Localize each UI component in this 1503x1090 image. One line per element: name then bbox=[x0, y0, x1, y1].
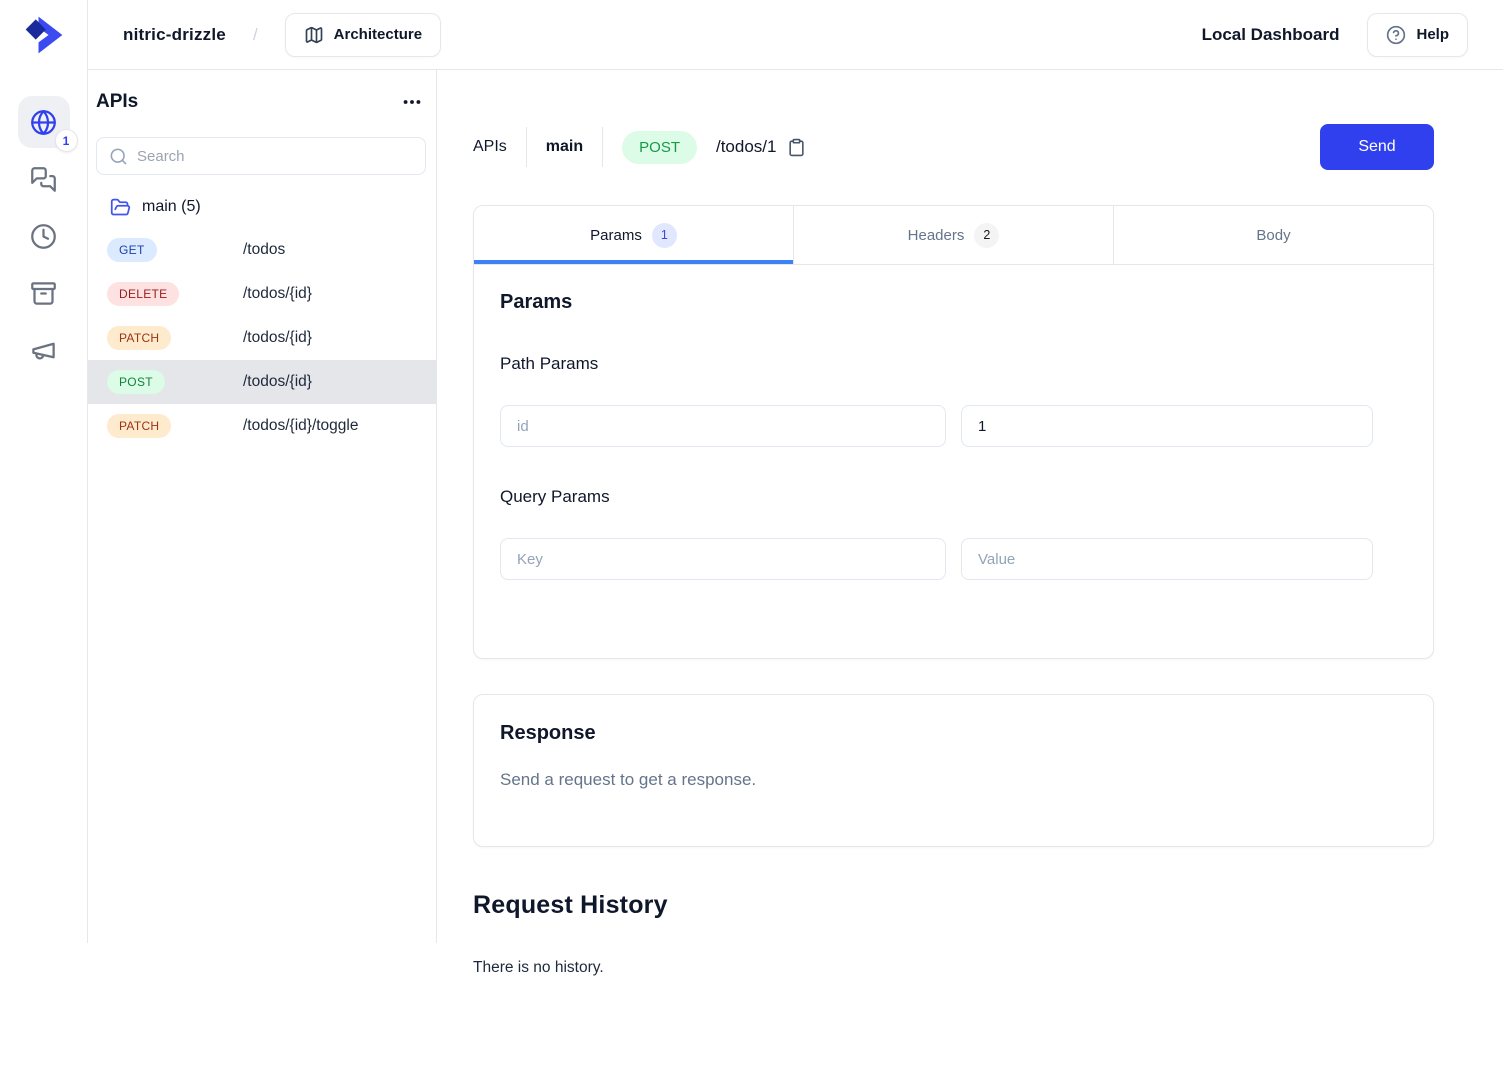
breadcrumb-divider bbox=[526, 127, 527, 167]
tab-params-label: Params bbox=[590, 227, 642, 244]
help-button-label: Help bbox=[1416, 26, 1449, 43]
method-pill: POST bbox=[622, 131, 697, 164]
rail-item-schedules[interactable] bbox=[18, 210, 70, 262]
rail-item-websockets[interactable] bbox=[18, 153, 70, 205]
globe-icon bbox=[30, 109, 57, 136]
tab-body[interactable]: Body bbox=[1114, 206, 1433, 264]
breadcrumb: APIs main POST /todos/1 bbox=[473, 127, 806, 167]
ellipsis-icon bbox=[401, 91, 423, 113]
header-main: nitric-drizzle / Architecture Local Dash… bbox=[88, 0, 1503, 70]
endpoint-row[interactable]: PATCH /todos/{id} bbox=[88, 316, 436, 360]
endpoint-row[interactable]: PATCH /todos/{id}/toggle bbox=[88, 404, 436, 448]
history-empty-message: There is no history. bbox=[473, 959, 1503, 977]
endpoint-list: GET /todos DELETE /todos/{id} PATCH /tod… bbox=[88, 228, 436, 448]
nitric-logo-icon bbox=[22, 13, 66, 57]
tab-headers-badge: 2 bbox=[974, 223, 999, 248]
tab-params[interactable]: Params 1 bbox=[474, 206, 794, 264]
tab-headers[interactable]: Headers 2 bbox=[794, 206, 1114, 264]
help-circle-icon bbox=[1386, 25, 1406, 45]
method-badge: PATCH bbox=[107, 326, 171, 350]
request-card: Params 1 Headers 2 Body Params Path Para… bbox=[473, 205, 1434, 659]
tab-params-badge: 1 bbox=[652, 223, 677, 248]
rail-item-storage[interactable] bbox=[18, 267, 70, 319]
query-params-title: Query Params bbox=[500, 487, 1407, 507]
api-group-label: main (5) bbox=[142, 198, 201, 216]
tab-headers-label: Headers bbox=[908, 227, 965, 244]
breadcrumb-separator: / bbox=[253, 25, 258, 45]
nitric-logo bbox=[0, 0, 88, 70]
folder-open-icon bbox=[110, 197, 131, 218]
path-param-key-input[interactable] bbox=[500, 405, 946, 447]
storage-box-icon bbox=[30, 280, 57, 307]
request-history-title: Request History bbox=[473, 891, 1503, 920]
apis-sidebar: APIs main (5) GET bbox=[88, 70, 437, 943]
method-badge: PATCH bbox=[107, 414, 171, 438]
method-badge: GET bbox=[107, 238, 157, 262]
endpoint-path: /todos bbox=[243, 241, 285, 259]
map-icon bbox=[304, 25, 324, 45]
apis-count-badge: 1 bbox=[55, 129, 78, 152]
breadcrumb-api: main bbox=[546, 138, 583, 156]
path-params-title: Path Params bbox=[500, 354, 1407, 374]
method-badge: POST bbox=[107, 370, 165, 394]
nav-rail: 1 bbox=[0, 70, 88, 943]
request-toolbar: APIs main POST /todos/1 Send bbox=[473, 124, 1434, 170]
endpoint-path: /todos/{id}/toggle bbox=[243, 417, 359, 435]
main-content: APIs main POST /todos/1 Send Params bbox=[437, 70, 1503, 943]
query-param-value-input[interactable] bbox=[961, 538, 1373, 580]
search-input[interactable] bbox=[137, 148, 413, 165]
tab-body-label: Body bbox=[1256, 227, 1290, 244]
query-params-row bbox=[500, 538, 1407, 580]
endpoint-path: /todos/{id} bbox=[243, 285, 312, 303]
search-icon bbox=[109, 147, 128, 166]
top-bar: nitric-drizzle / Architecture Local Dash… bbox=[0, 0, 1503, 70]
response-card: Response Send a request to get a respons… bbox=[473, 694, 1434, 847]
rail-item-topics[interactable] bbox=[18, 324, 70, 376]
breadcrumb-root: APIs bbox=[473, 138, 507, 156]
clipboard-icon bbox=[787, 138, 806, 157]
params-panel: Params Path Params Query Params bbox=[474, 265, 1433, 658]
clock-icon bbox=[30, 223, 57, 250]
sidebar-menu-button[interactable] bbox=[398, 88, 426, 116]
query-param-key-input[interactable] bbox=[500, 538, 946, 580]
megaphone-icon bbox=[30, 337, 57, 364]
chat-bubbles-icon bbox=[30, 166, 57, 193]
response-title: Response bbox=[500, 722, 1407, 745]
send-button[interactable]: Send bbox=[1320, 124, 1434, 170]
search-box[interactable] bbox=[96, 137, 426, 175]
method-badge: DELETE bbox=[107, 282, 179, 306]
request-path: /todos/1 bbox=[716, 137, 777, 157]
local-dashboard-label: Local Dashboard bbox=[1202, 25, 1340, 45]
path-param-value-input[interactable] bbox=[961, 405, 1373, 447]
response-empty-message: Send a request to get a response. bbox=[500, 770, 1407, 790]
architecture-button-label: Architecture bbox=[334, 26, 422, 43]
path-params-row bbox=[500, 405, 1407, 447]
breadcrumb-divider bbox=[602, 127, 603, 167]
endpoint-row[interactable]: POST /todos/{id} bbox=[88, 360, 436, 404]
rail-item-apis[interactable]: 1 bbox=[18, 96, 70, 148]
architecture-button[interactable]: Architecture bbox=[285, 13, 441, 57]
request-tabs: Params 1 Headers 2 Body bbox=[474, 206, 1433, 265]
help-button[interactable]: Help bbox=[1367, 13, 1468, 57]
sidebar-head: APIs bbox=[88, 88, 436, 175]
endpoint-path: /todos/{id} bbox=[243, 373, 312, 391]
sidebar-title: APIs bbox=[96, 91, 138, 113]
project-title: nitric-drizzle bbox=[123, 25, 226, 45]
app-shell: 1 bbox=[0, 70, 1503, 943]
copy-path-button[interactable] bbox=[787, 138, 806, 157]
params-title: Params bbox=[500, 291, 1407, 314]
api-group-main[interactable]: main (5) bbox=[88, 190, 436, 224]
endpoint-row[interactable]: DELETE /todos/{id} bbox=[88, 272, 436, 316]
endpoint-path: /todos/{id} bbox=[243, 329, 312, 347]
endpoint-row[interactable]: GET /todos bbox=[88, 228, 436, 272]
